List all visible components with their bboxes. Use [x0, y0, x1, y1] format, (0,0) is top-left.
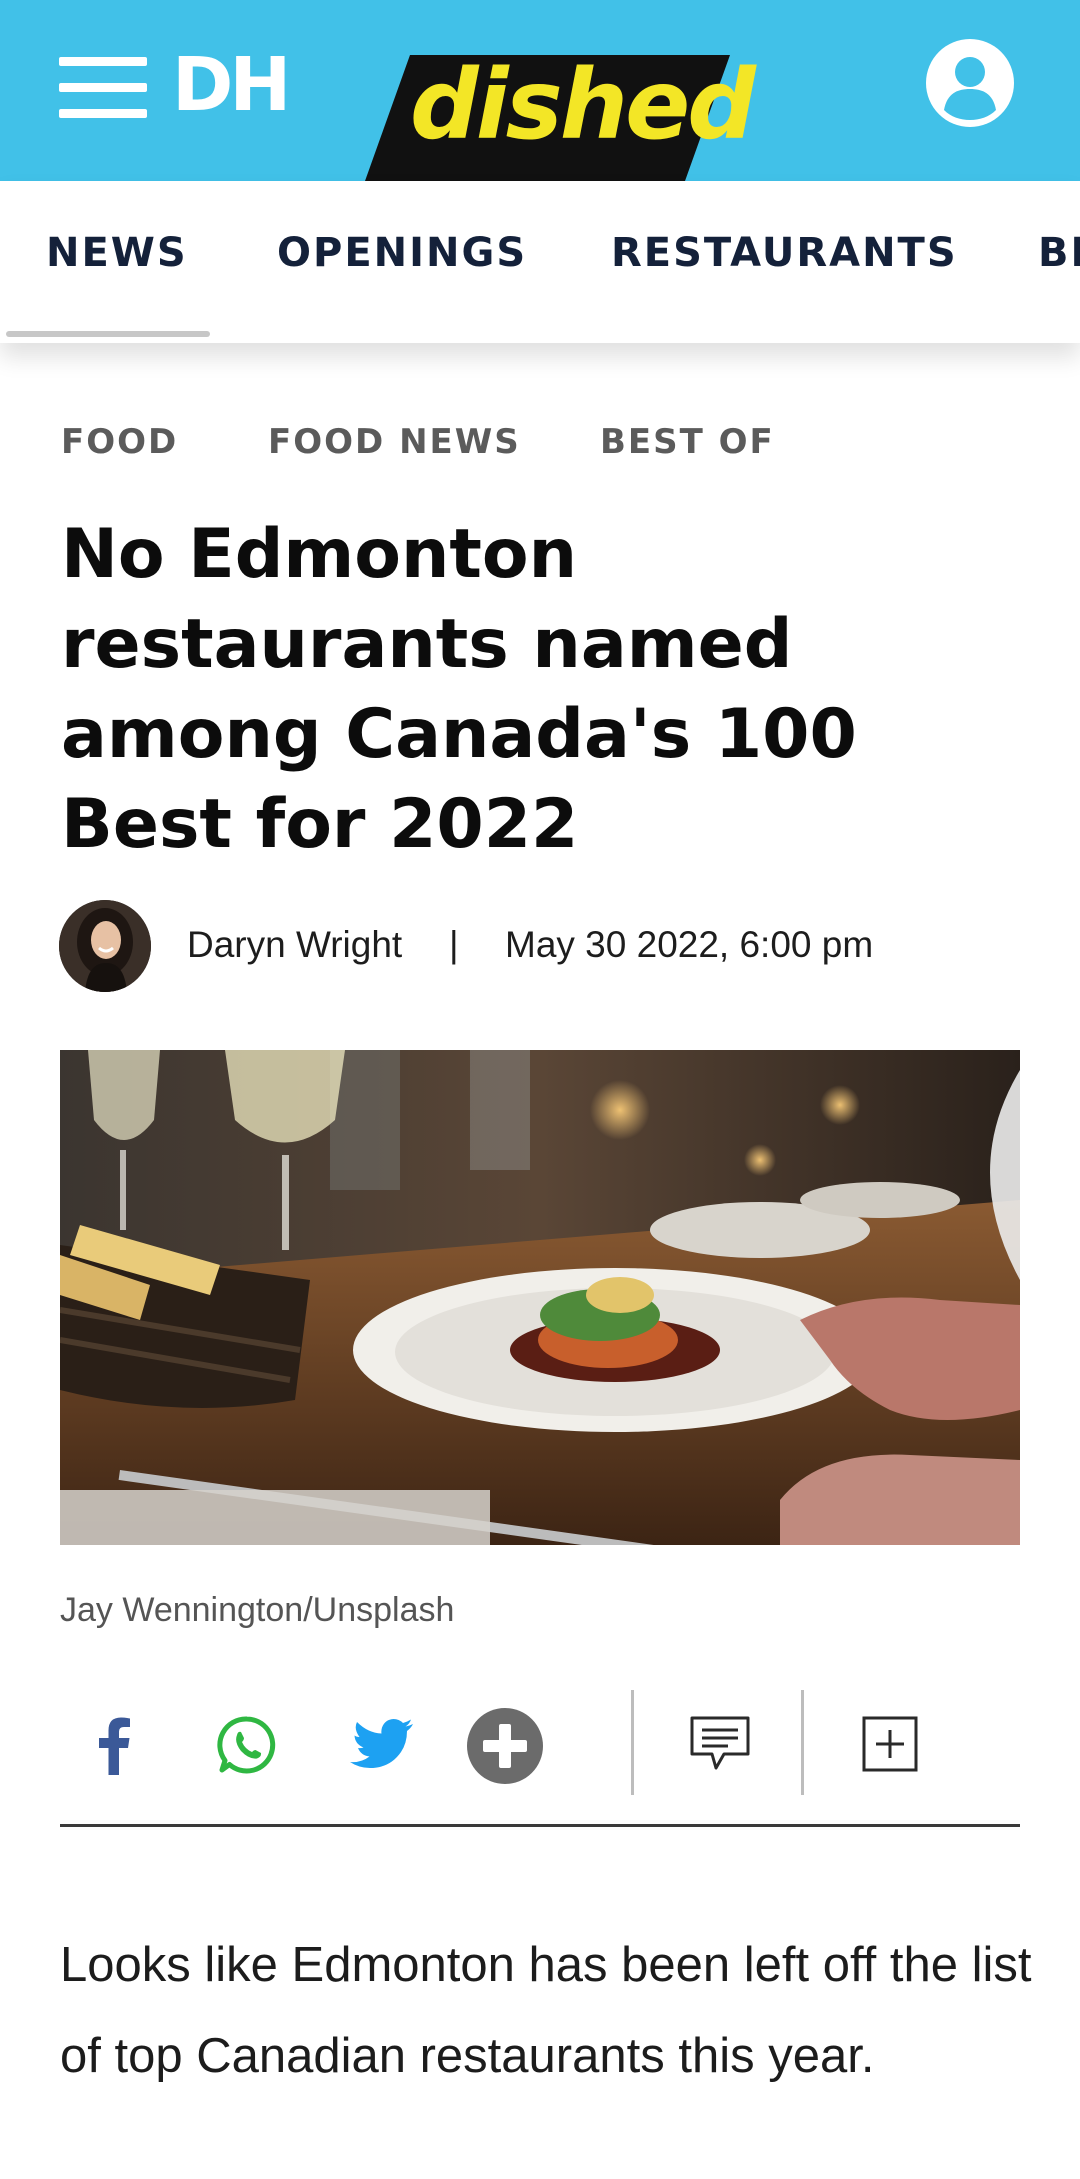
bookmark-add-icon[interactable]: [862, 1716, 918, 1772]
share-bar-rule: [60, 1824, 1020, 1827]
category-nav: NEWS OPENINGS RESTAURANTS BEST: [0, 181, 1080, 343]
facebook-icon[interactable]: [93, 1715, 133, 1775]
user-account-icon[interactable]: [925, 38, 1015, 128]
dished-logo[interactable]: dished: [365, 49, 756, 181]
more-share-icon[interactable]: [466, 1707, 544, 1785]
author-avatar[interactable]: [59, 900, 151, 992]
share-divider: [801, 1690, 804, 1795]
article-title: No Edmonton restaurants named among Cana…: [61, 515, 857, 864]
author-name[interactable]: Daryn Wright: [187, 922, 402, 968]
hero-image: [60, 1050, 1020, 1545]
byline-separator: |: [449, 924, 459, 965]
article-page: DH dished NEWS OPENINGS RESTAURANTS BEST…: [0, 0, 1080, 2179]
nav-tab-restaurants[interactable]: RESTAURANTS: [611, 229, 958, 277]
image-credit: Jay Wennington/Unsplash: [60, 1591, 455, 1629]
share-divider: [631, 1690, 634, 1795]
site-logo[interactable]: DH: [172, 40, 291, 130]
site-header: DH dished: [0, 0, 1080, 181]
nav-tab-openings[interactable]: OPENINGS: [277, 229, 527, 277]
tag-food[interactable]: FOOD: [61, 420, 178, 464]
tag-best-of[interactable]: BEST OF: [600, 420, 775, 464]
nav-tab-best[interactable]: BEST: [1038, 229, 1080, 277]
comment-icon[interactable]: [690, 1716, 750, 1772]
hamburger-menu-icon[interactable]: [59, 55, 147, 120]
nav-tab-news[interactable]: NEWS: [46, 229, 188, 277]
active-tab-indicator: [6, 331, 210, 337]
dished-wordmark: dished: [410, 49, 756, 161]
whatsapp-icon[interactable]: [217, 1715, 277, 1775]
tag-food-news[interactable]: FOOD NEWS: [268, 420, 521, 464]
article-intro: Looks like Edmonton has been left off th…: [60, 1938, 1032, 2083]
publish-date: May 30 2022, 6:00 pm: [505, 924, 874, 965]
twitter-icon[interactable]: [350, 1718, 414, 1770]
